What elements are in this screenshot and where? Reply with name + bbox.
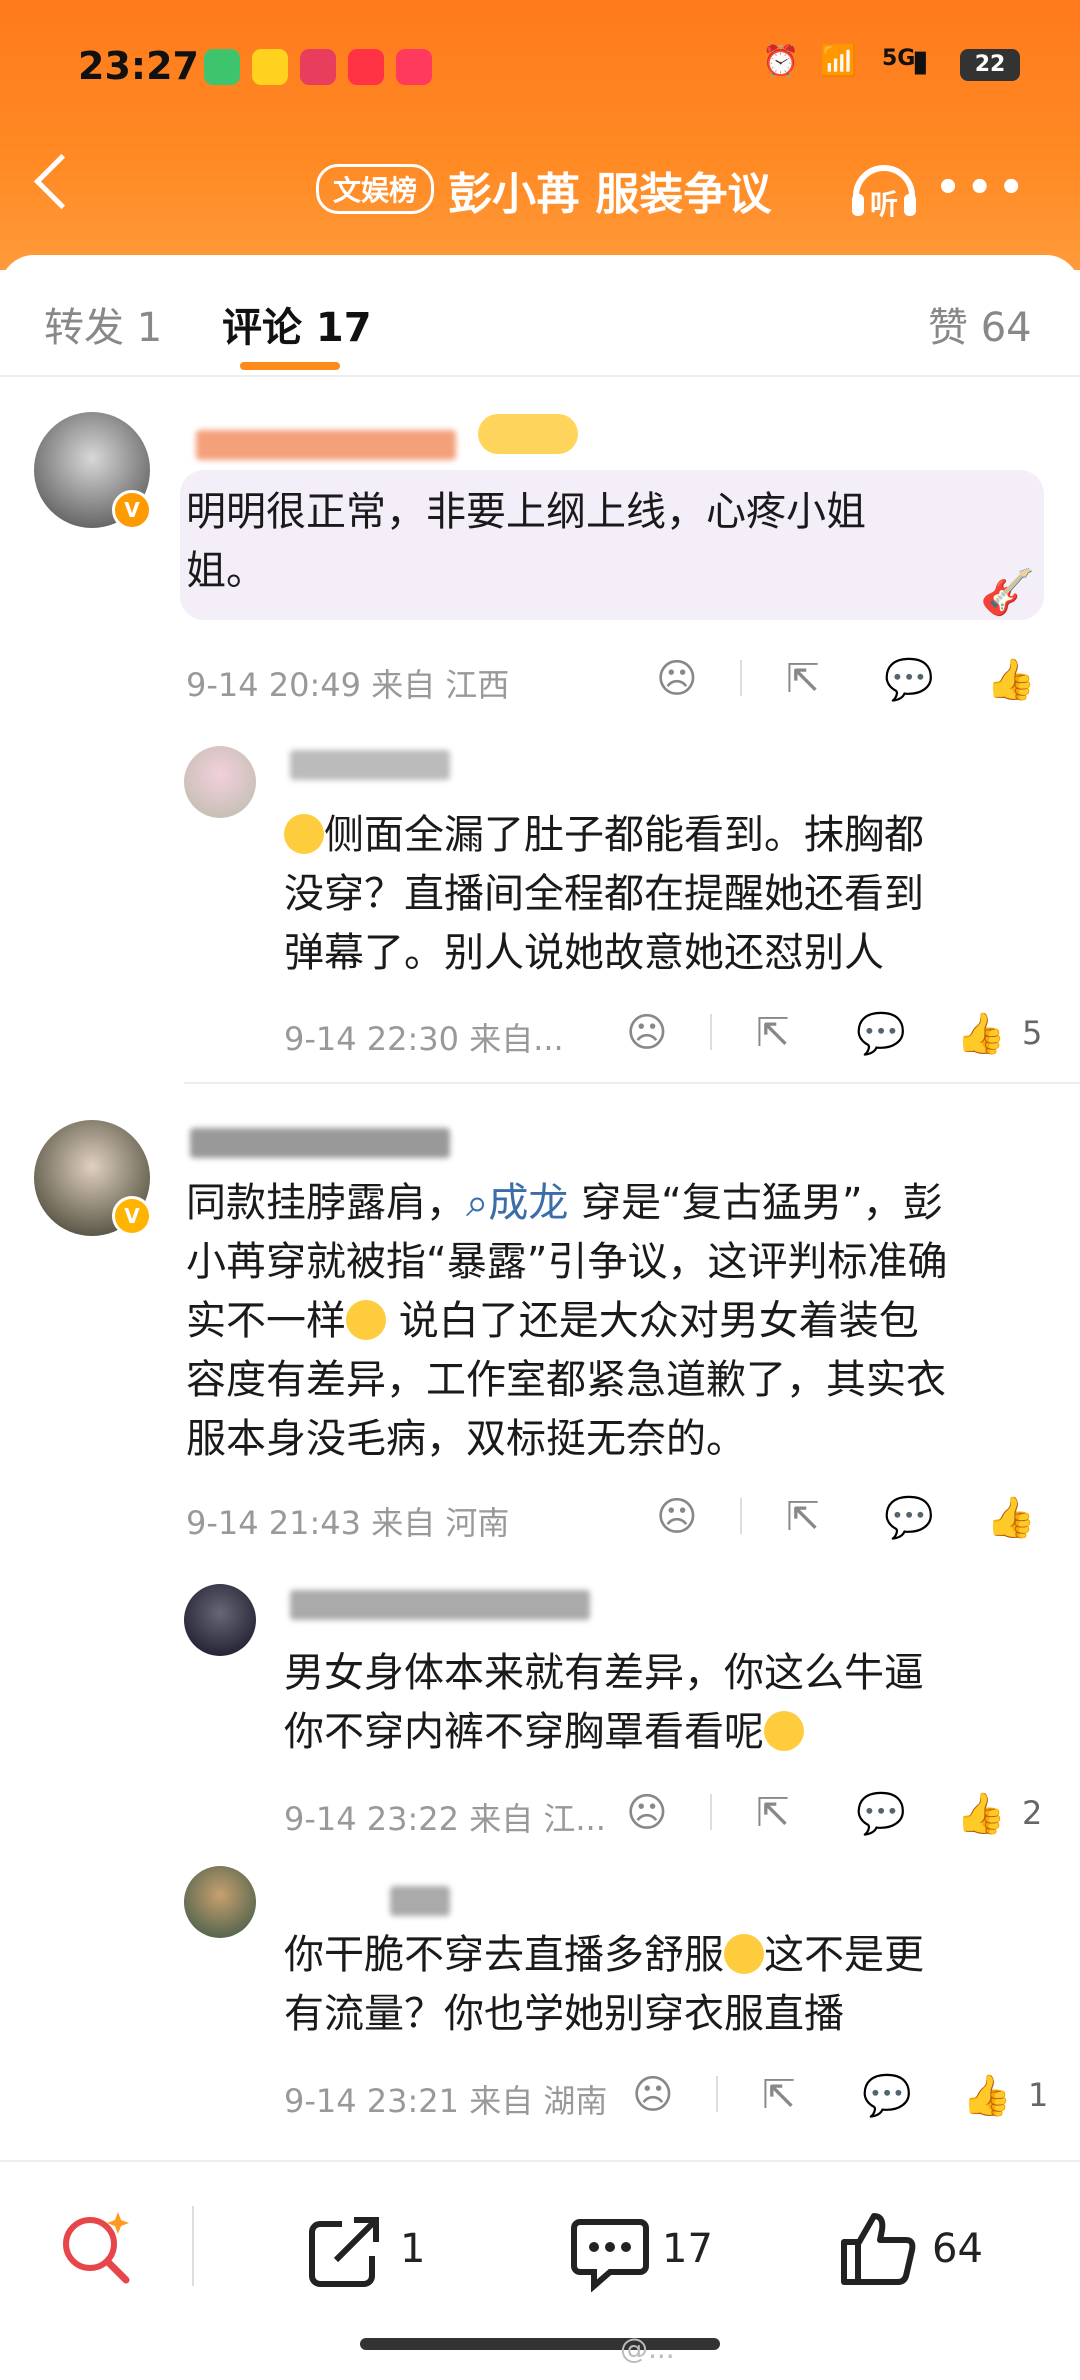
search-icon: ⌕ xyxy=(466,1180,489,1226)
alarm-icon: ⏰ xyxy=(762,44,800,79)
blurred-username xyxy=(290,750,450,780)
like-count: 5 xyxy=(1022,1014,1043,1052)
active-tab-indicator xyxy=(240,362,340,370)
comment-meta: 9-14 23:22 来自 江... xyxy=(284,1800,606,1838)
like-icon[interactable]: 👍 xyxy=(956,1010,1006,1057)
divider xyxy=(716,2076,718,2112)
doge-emoji-icon xyxy=(284,814,324,854)
comment-icon[interactable] xyxy=(570,2212,650,2292)
avatar[interactable] xyxy=(184,1584,256,1656)
comment-text: 明明很正常，非要上纲上线，心疼小姐 姐。 xyxy=(186,489,866,594)
like-icon[interactable]: 👍 xyxy=(962,2072,1012,2119)
guitar-icon: 🎸 xyxy=(980,567,1035,618)
blurred-username xyxy=(290,1590,590,1620)
like-count: 1 xyxy=(1028,2076,1049,2114)
comment-icon[interactable]: 💬 xyxy=(862,2072,912,2119)
repost-icon[interactable] xyxy=(306,2214,386,2290)
blurred-username xyxy=(190,1128,450,1158)
dislike-icon[interactable]: ☹ xyxy=(626,1010,668,1056)
divider xyxy=(184,1082,1080,1084)
page-title: 彭小苒 服装争议 xyxy=(448,169,772,220)
like-count: 2 xyxy=(1022,1794,1043,1832)
crown-level-badge-icon xyxy=(478,414,578,454)
search-icon[interactable] xyxy=(56,2206,136,2286)
weibo-notification-icon xyxy=(252,49,288,85)
top-nav: 文娱榜 彭小苒 服装争议 听 ••• xyxy=(0,150,1080,230)
listen-button[interactable]: 听 xyxy=(848,156,920,220)
comment-meta: 9-14 23:21 来自 湖南 xyxy=(284,2082,608,2120)
comment-meta: 9-14 22:30 来自... xyxy=(284,1020,564,1058)
dislike-icon[interactable]: ☹ xyxy=(626,1790,668,1836)
dislike-icon[interactable]: ☹ xyxy=(632,2072,674,2118)
dislike-icon[interactable]: ☹ xyxy=(656,656,698,702)
xiaohongshu-notification-icon xyxy=(348,49,384,85)
reply-text: 侧面全漏了肚子都能看到。抹胸都 没穿？直播间全程都在提醒她还看到 弹幕了。别人说她… xyxy=(284,812,924,976)
tab-bar: 转发 1 评论 17 赞 64 xyxy=(0,255,1080,377)
status-time: 23:27 xyxy=(78,44,199,88)
watermark: @... xyxy=(620,2332,675,2365)
divider xyxy=(740,660,742,696)
comment-meta: 9-14 20:49 来自 江西 xyxy=(186,666,510,704)
reply-text: 你干脆不穿去直播多舒服 这不是更 有流量？你也学她别穿衣服直播 xyxy=(284,1932,924,2037)
status-bar: 23:27 ⏰ 📶 5G ▮ 22 xyxy=(0,44,1080,94)
tab-repost[interactable]: 转发 1 xyxy=(44,295,162,353)
share-icon[interactable]: ⇱ xyxy=(786,1494,820,1540)
like-icon[interactable]: 👍 xyxy=(986,656,1036,703)
divider xyxy=(710,1794,712,1830)
comment-icon[interactable]: 💬 xyxy=(856,1790,906,1837)
tab-comments[interactable]: 评论 17 xyxy=(222,295,372,353)
signal-icon: ▮ xyxy=(912,44,929,79)
bottom-action-bar: 1 17 64 @... xyxy=(0,2160,1080,2380)
battery-indicator: 22 xyxy=(960,49,1020,81)
verified-badge-icon: V xyxy=(112,1196,152,1236)
share-icon[interactable]: ⇱ xyxy=(762,2072,796,2118)
like-icon[interactable]: 👍 xyxy=(956,1790,1006,1837)
comment-icon[interactable]: 💬 xyxy=(856,1010,906,1057)
app-notification-icon xyxy=(204,49,240,85)
tab-likes[interactable]: 赞 64 xyxy=(928,295,1032,353)
search-link[interactable]: ⌕成龙 xyxy=(466,1180,568,1226)
back-chevron-icon[interactable] xyxy=(33,153,90,210)
network-type: 5G xyxy=(882,46,916,71)
wifi-icon: 📶 xyxy=(820,44,858,79)
listen-label: 听 xyxy=(870,188,898,220)
app-notification-icon xyxy=(300,49,336,85)
verified-badge-icon: V xyxy=(112,490,152,530)
reply-text: 男女身体本来就有差异，你这么牛逼 你不穿内裤不穿胸罩看看呢 xyxy=(284,1650,924,1755)
divider xyxy=(710,1014,712,1050)
blurred-username xyxy=(196,430,456,460)
like-icon[interactable] xyxy=(838,2208,918,2288)
share-icon[interactable]: ⇱ xyxy=(756,1010,790,1056)
app-notification-icon xyxy=(396,49,432,85)
laughing-emoji-icon xyxy=(724,1934,764,1974)
divider xyxy=(192,2206,194,2286)
crying-emoji-icon xyxy=(764,1711,804,1751)
like-icon[interactable]: 👍 xyxy=(986,1494,1036,1541)
comment-count: 17 xyxy=(662,2226,713,2272)
comment-icon[interactable]: 💬 xyxy=(884,1494,934,1541)
share-icon[interactable]: ⇱ xyxy=(756,1790,790,1836)
share-icon[interactable]: ⇱ xyxy=(786,656,820,702)
topic-badge: 文娱榜 xyxy=(316,164,435,214)
like-count: 64 xyxy=(932,2226,983,2272)
comment-icon[interactable]: 💬 xyxy=(884,656,934,703)
avatar[interactable] xyxy=(184,746,256,818)
comment-text: 同款挂脖露肩，⌕成龙 穿是“复古猛男”，彭 小苒穿就被指“暴露”引争议，这评判标… xyxy=(186,1180,948,1462)
avatar[interactable] xyxy=(184,1866,256,1938)
repost-count: 1 xyxy=(400,2226,426,2272)
dislike-icon[interactable]: ☹ xyxy=(656,1494,698,1540)
blurred-username xyxy=(390,1886,450,1916)
more-dots-icon[interactable]: ••• xyxy=(935,168,1030,208)
divider xyxy=(740,1498,742,1534)
drooling-emoji-icon xyxy=(346,1300,386,1340)
comment-meta: 9-14 21:43 来自 河南 xyxy=(186,1504,510,1542)
